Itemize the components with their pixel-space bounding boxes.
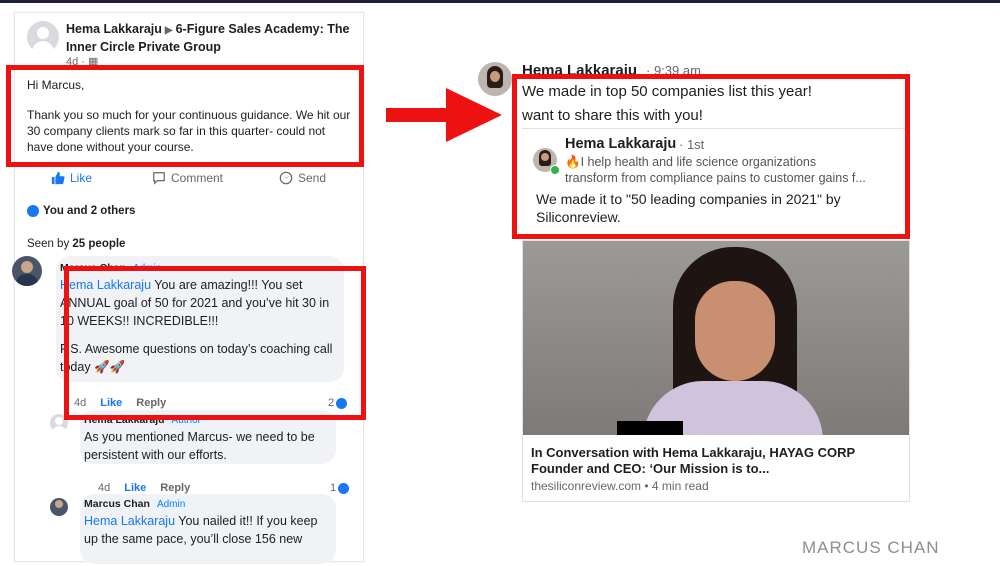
seen-by[interactable]: Seen by 25 people xyxy=(27,238,125,250)
mention-tag[interactable]: Hema Lakkaraju xyxy=(84,514,175,528)
comment-like-button[interactable]: Like xyxy=(124,482,146,494)
comment-reply-button[interactable]: Reply xyxy=(160,482,190,494)
comment-text: As you mentioned Marcus- we need to be p… xyxy=(84,430,315,462)
author-name[interactable]: Hema Lakkaraju xyxy=(66,22,162,36)
comment-time[interactable]: 4d xyxy=(98,482,110,494)
article-title[interactable]: In Conversation with Hema Lakkaraju, HAY… xyxy=(531,445,891,477)
admin-badge: Admin xyxy=(153,499,189,510)
article-read-time: 4 min read xyxy=(651,479,709,493)
messenger-icon xyxy=(279,171,293,185)
photo-face xyxy=(695,281,775,381)
like-reaction-icon xyxy=(338,482,350,494)
comment-label: Comment xyxy=(171,171,224,185)
redaction-bar xyxy=(617,421,683,435)
arrow-right-icon xyxy=(386,88,502,142)
send-button[interactable]: Send xyxy=(279,171,326,185)
seen-prefix: Seen by xyxy=(27,238,70,250)
author-avatar[interactable] xyxy=(27,21,59,53)
highlight-box-message xyxy=(512,74,910,239)
article-photo[interactable] xyxy=(523,241,909,435)
like-reaction-icon xyxy=(27,205,39,217)
send-label: Send xyxy=(298,171,327,185)
reaction-summary[interactable]: You and 2 others xyxy=(27,205,135,217)
thumbs-up-icon xyxy=(51,171,65,185)
like-button[interactable]: Like xyxy=(51,171,92,185)
comment-text: Hema Lakkaraju You nailed it!! If you ke… xyxy=(84,512,334,548)
commenter-avatar[interactable] xyxy=(50,498,68,516)
comment-button[interactable]: Comment xyxy=(152,171,223,185)
comment-author: Marcus Chan Admin xyxy=(84,498,189,510)
reaction-text: You and 2 others xyxy=(43,205,136,217)
watermark: MARCUS CHAN xyxy=(802,538,940,557)
highlight-box-comment xyxy=(64,266,366,420)
post-header: Hema Lakkaraju ▶ 6-Figure Sales Academy: T… xyxy=(66,21,356,55)
commenter-name[interactable]: Marcus Chan xyxy=(84,498,150,510)
like-label: Like xyxy=(70,171,93,185)
article-card[interactable]: In Conversation with Hema Lakkaraju, HAY… xyxy=(522,240,910,502)
article-meta: thesiliconreview.com • 4 min read xyxy=(531,479,709,493)
commenter-avatar[interactable] xyxy=(12,256,42,286)
caret-right-icon: ▶ xyxy=(164,25,173,36)
post-actions: Like Comment Send xyxy=(15,171,363,193)
sender-avatar[interactable] xyxy=(478,62,512,96)
article-source: thesiliconreview.com xyxy=(531,479,642,493)
top-rule xyxy=(0,0,1000,3)
highlight-box-post xyxy=(6,65,364,167)
reaction-count: 1 xyxy=(330,482,337,494)
comment-icon xyxy=(153,172,165,185)
seen-count: 25 people xyxy=(72,238,126,250)
comment-meta: 4d Like Reply xyxy=(98,482,190,494)
comment-reaction-count[interactable]: 1 xyxy=(330,482,350,494)
